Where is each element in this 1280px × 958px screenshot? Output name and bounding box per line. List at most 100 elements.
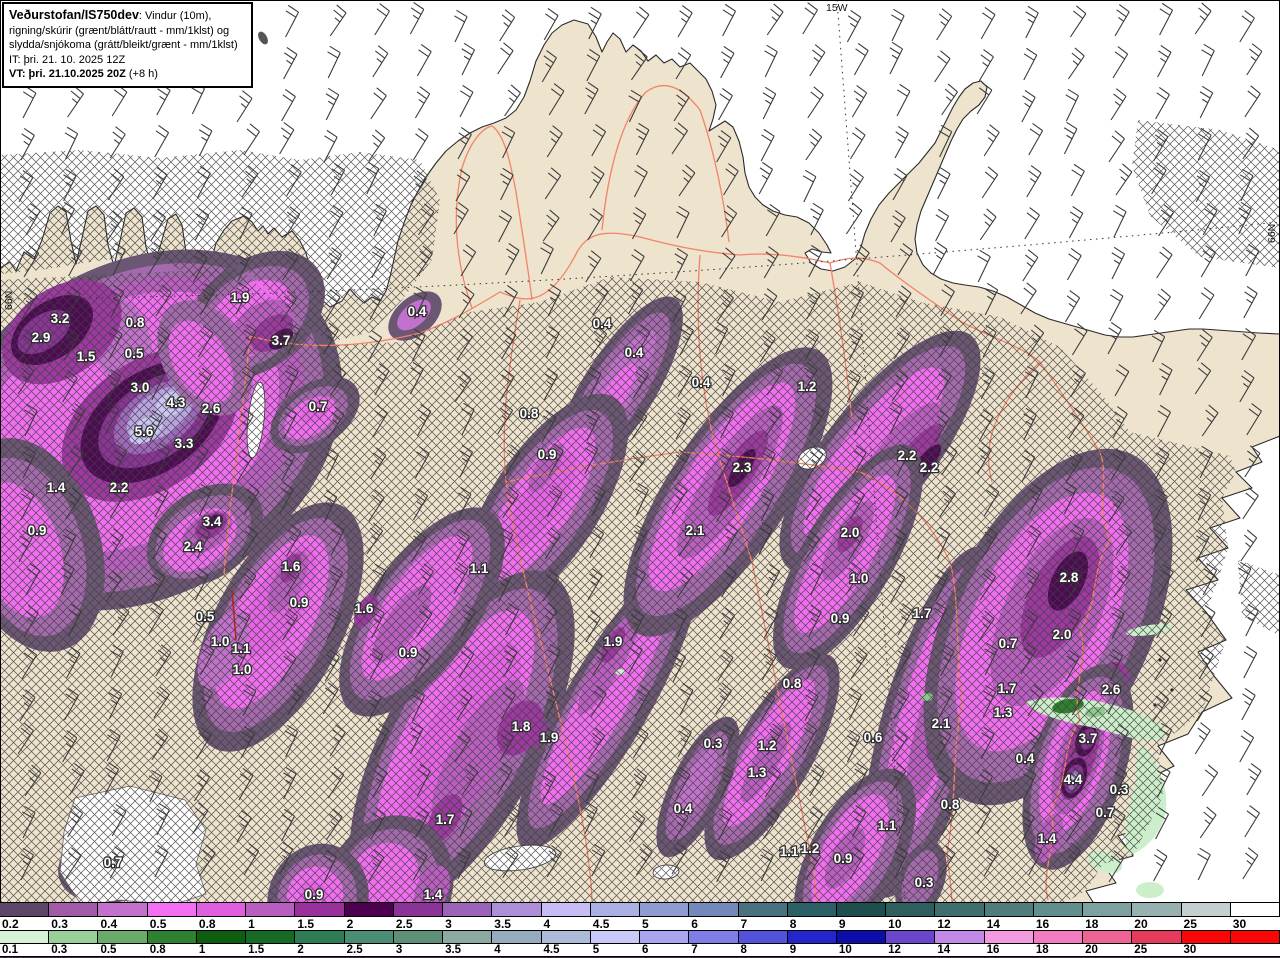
legend-color-segment <box>492 931 542 943</box>
legend-tick-label: 8 <box>740 944 747 956</box>
legend-color-segment <box>1033 931 1084 943</box>
legend-tick-label: 16 <box>1035 917 1050 931</box>
precip-value-label: 3.0 <box>131 380 150 395</box>
precip-value-label: 0.9 <box>305 887 324 902</box>
legend-tick-label: 9 <box>789 944 797 956</box>
precip-value-label: 3.4 <box>203 514 222 529</box>
precip-value-label: 3.3 <box>175 436 194 451</box>
precip-value-label: 0.4 <box>692 375 711 390</box>
precip-value-label: 1.1 <box>878 818 897 833</box>
precip-value-label: 1.2 <box>758 738 777 753</box>
precip-value-label: 0.9 <box>834 851 853 866</box>
legend-color-segment <box>1132 931 1182 943</box>
legend-color-segment <box>886 903 936 916</box>
precip-value-label: 5.6 <box>135 424 154 439</box>
legend-tick-label: 4 <box>494 944 501 956</box>
precip-value-label: 1.7 <box>998 681 1017 696</box>
legend-tick-label: 6 <box>691 917 698 931</box>
legend-color-segment <box>196 903 247 916</box>
precip-value-label: 2.6 <box>202 401 221 416</box>
legend-tick-label: 2 <box>346 917 354 931</box>
precip-value-label: 2.2 <box>920 460 939 475</box>
legend-snow-labels: 0.2 0.3 0.4 0.5 0.8 1 1.5 2 2.5 3 3.5 4 4.5 5 6 7 8 9 10 12… <box>0 917 1280 931</box>
legend-tick-label: 4.5 <box>592 917 610 931</box>
legend-color-segment <box>393 903 444 916</box>
legend-tick-label: 14 <box>986 917 1000 931</box>
precip-value-label: 1.0 <box>211 634 230 649</box>
legend-tick-label: 18 <box>1035 944 1049 956</box>
legend-tick-label: 30 <box>1183 944 1197 956</box>
precip-value-label: 0.4 <box>593 316 612 331</box>
legend-tick-label: 1 <box>198 944 206 956</box>
legend-tick-label: 8 <box>789 917 797 931</box>
precip-value-label: 0.9 <box>28 523 47 538</box>
precip-value-label: 3.7 <box>1079 731 1098 746</box>
legend-tick-label: 12 <box>888 944 901 956</box>
precip-value-label: 0.8 <box>783 676 802 691</box>
legend-tick-label: 4 <box>543 917 551 931</box>
legend-tick-label: 0.5 <box>100 944 117 956</box>
precip-value-label: 1.5 <box>77 349 96 364</box>
legend-color-segment <box>541 903 591 916</box>
precip-value-label: 2.1 <box>686 523 705 538</box>
legend-tick-label: 5 <box>592 944 600 956</box>
precip-value-label: 1.4 <box>1038 831 1057 846</box>
precip-value-label: 1.2 <box>798 379 817 394</box>
precip-value-label: 1.2 <box>801 841 820 856</box>
product-name: Veðurstofan/IS750dev <box>9 8 139 22</box>
legend-tick-label: 0.8 <box>149 944 166 956</box>
precip-value-label: 0.7 <box>999 636 1018 651</box>
legend-color-segment <box>0 931 50 943</box>
title-line-3: slydda/snjókoma (grátt/bleikt/grænt - mm… <box>9 39 238 52</box>
weather-map: 15W 66N 66N 3.22.9 0.8 0.5 1.5 1.9 3.7 3.0 4.3 2.6 5… <box>0 0 1280 958</box>
precip-value-label: 0.6 <box>864 730 883 745</box>
legend-color-segment <box>787 931 837 943</box>
legend-color-segment <box>689 903 739 916</box>
legend-color-segment <box>640 931 690 943</box>
legend-color-segment <box>147 903 197 916</box>
legend-tick-label: 1.5 <box>297 917 315 931</box>
precip-value-label: 1.9 <box>604 634 623 649</box>
legend-tick-label: 0.3 <box>51 944 68 956</box>
legend-color-segment <box>1033 903 1084 916</box>
legend-color-segment <box>393 931 444 943</box>
legend-color-segment <box>1230 931 1280 943</box>
precip-value-label: 1.7 <box>436 812 455 827</box>
precip-value-label: 2.9 <box>32 330 51 345</box>
parallel-label-right: 66N <box>1266 224 1278 243</box>
legend-tick-label: 1.5 <box>248 944 265 956</box>
precip-value-label: 1.0 <box>850 571 869 586</box>
legend-color-segment <box>1083 903 1133 916</box>
legend-color-segment <box>836 903 887 916</box>
precip-value-label: 0.4 <box>1016 751 1035 766</box>
legend-tick-label: 5 <box>642 917 649 931</box>
precip-value-label: 1.3 <box>748 765 767 780</box>
legend-color-segment <box>49 931 99 943</box>
legend-tick-label: 7 <box>691 944 698 956</box>
precip-value-label: 0.5 <box>125 346 144 361</box>
legend-tick-label: 0.5 <box>149 917 167 931</box>
legend-tick-label: 2.5 <box>395 917 413 931</box>
legend-color-segment <box>935 903 985 916</box>
legend-color-segment <box>492 903 542 916</box>
title-line-2: rigning/skúrir (grænt/blátt/rautt - mm/1… <box>9 24 230 37</box>
legend-tick-label: 14 <box>937 944 951 956</box>
legend-color-segment <box>98 931 148 943</box>
legend-color-segment <box>147 931 197 943</box>
precip-value-label: 1.1 <box>780 844 799 859</box>
precip-value-label: 1.1 <box>470 561 489 576</box>
legend-tick-label: 20 <box>1134 917 1148 931</box>
legend-color-segment <box>246 903 296 916</box>
legend-tick-label: 0.8 <box>198 917 216 931</box>
legend-color-segment <box>787 903 837 916</box>
legend-tick-label: 10 <box>888 917 902 931</box>
precip-value-label: 0.5 <box>196 609 215 624</box>
precip-value-label: 2.4 <box>184 539 203 554</box>
snow-hatch-region <box>0 268 1236 905</box>
legend-color-segment <box>984 903 1034 916</box>
precip-value-label: 0.7 <box>309 399 328 414</box>
precip-value-label: 0.9 <box>831 611 850 626</box>
precip-value-label: 2.1 <box>932 716 951 731</box>
legend-tick-label: 18 <box>1085 917 1099 931</box>
parallel-label-left: 66N <box>3 291 15 310</box>
